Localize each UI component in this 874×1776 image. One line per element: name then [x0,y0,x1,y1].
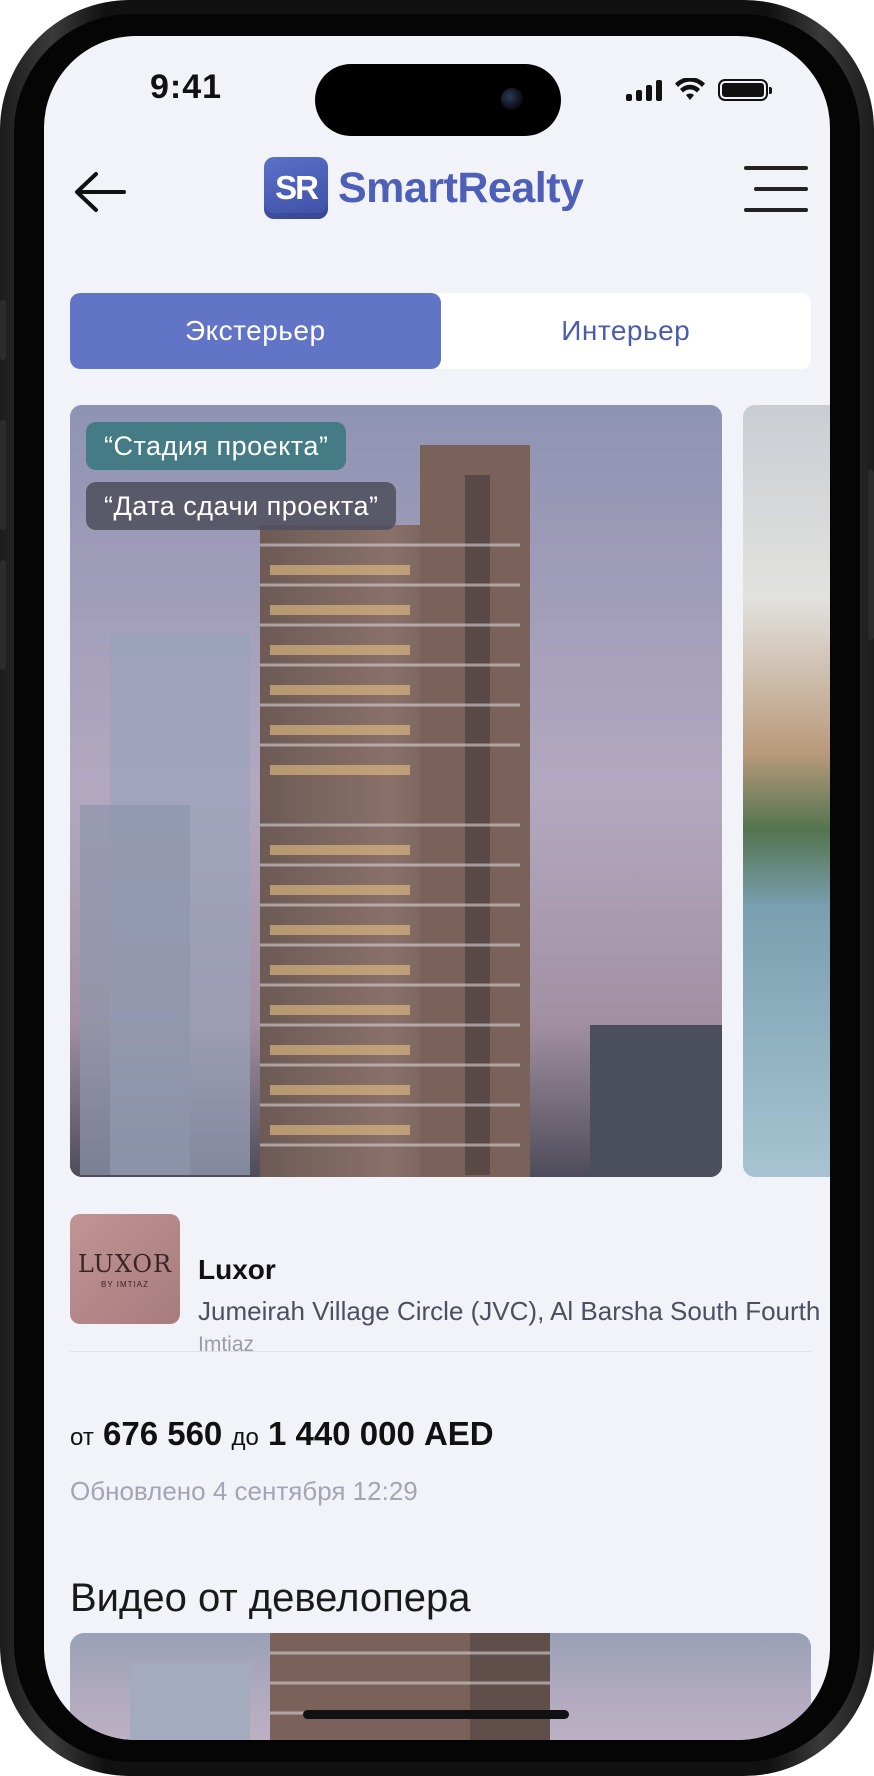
arrow-left-icon [75,172,126,212]
tab-interior[interactable]: Интерьер [441,293,812,369]
video-thumbnail [130,1633,550,1740]
gallery-image-pool[interactable] [743,405,830,1177]
camera-icon [501,88,523,110]
video-section-title: Видео от девелопера [70,1576,471,1620]
menu-button[interactable] [744,164,808,214]
logo-mark: SR [264,157,328,219]
developer-name: Imtiaz [198,1333,255,1356]
view-tabs: Экстерьер Интерьер [70,293,811,369]
developer-logo: LUXOR BY IMTIAZ [70,1214,180,1324]
completion-date-badge: “Дата сдачи проекта” [86,482,397,530]
app-screen: 9:41 SR SmartRealty Экстерьер Интерьер “… [44,36,830,1740]
logo-text: SmartRealty [338,163,584,212]
status-time: 9:41 [150,68,223,106]
project-address: Jumeirah Village Circle (JVC), Al Barsha… [198,1296,821,1326]
signal-icon [626,79,662,101]
project-name: Luxor [198,1254,276,1285]
battery-icon [718,79,772,101]
price-range: от 676 560 до 1 440 000 AED [70,1415,494,1452]
status-icons [626,76,772,104]
gallery-image-building[interactable]: “Стадия проекта” “Дата сдачи проекта” [70,405,722,1177]
app-logo: SR SmartRealty [264,156,584,220]
dynamic-island [315,64,561,136]
divider [70,1351,811,1352]
tab-exterior[interactable]: Экстерьер [70,293,441,369]
home-indicator[interactable] [303,1710,569,1719]
developer-video[interactable] [70,1633,811,1740]
back-button[interactable] [70,162,130,222]
project-stage-badge: “Стадия проекта” [86,422,347,470]
updated-timestamp: Обновлено 4 сентября 12:29 [70,1476,418,1506]
menu-icon [744,166,808,170]
wifi-icon [675,78,705,100]
